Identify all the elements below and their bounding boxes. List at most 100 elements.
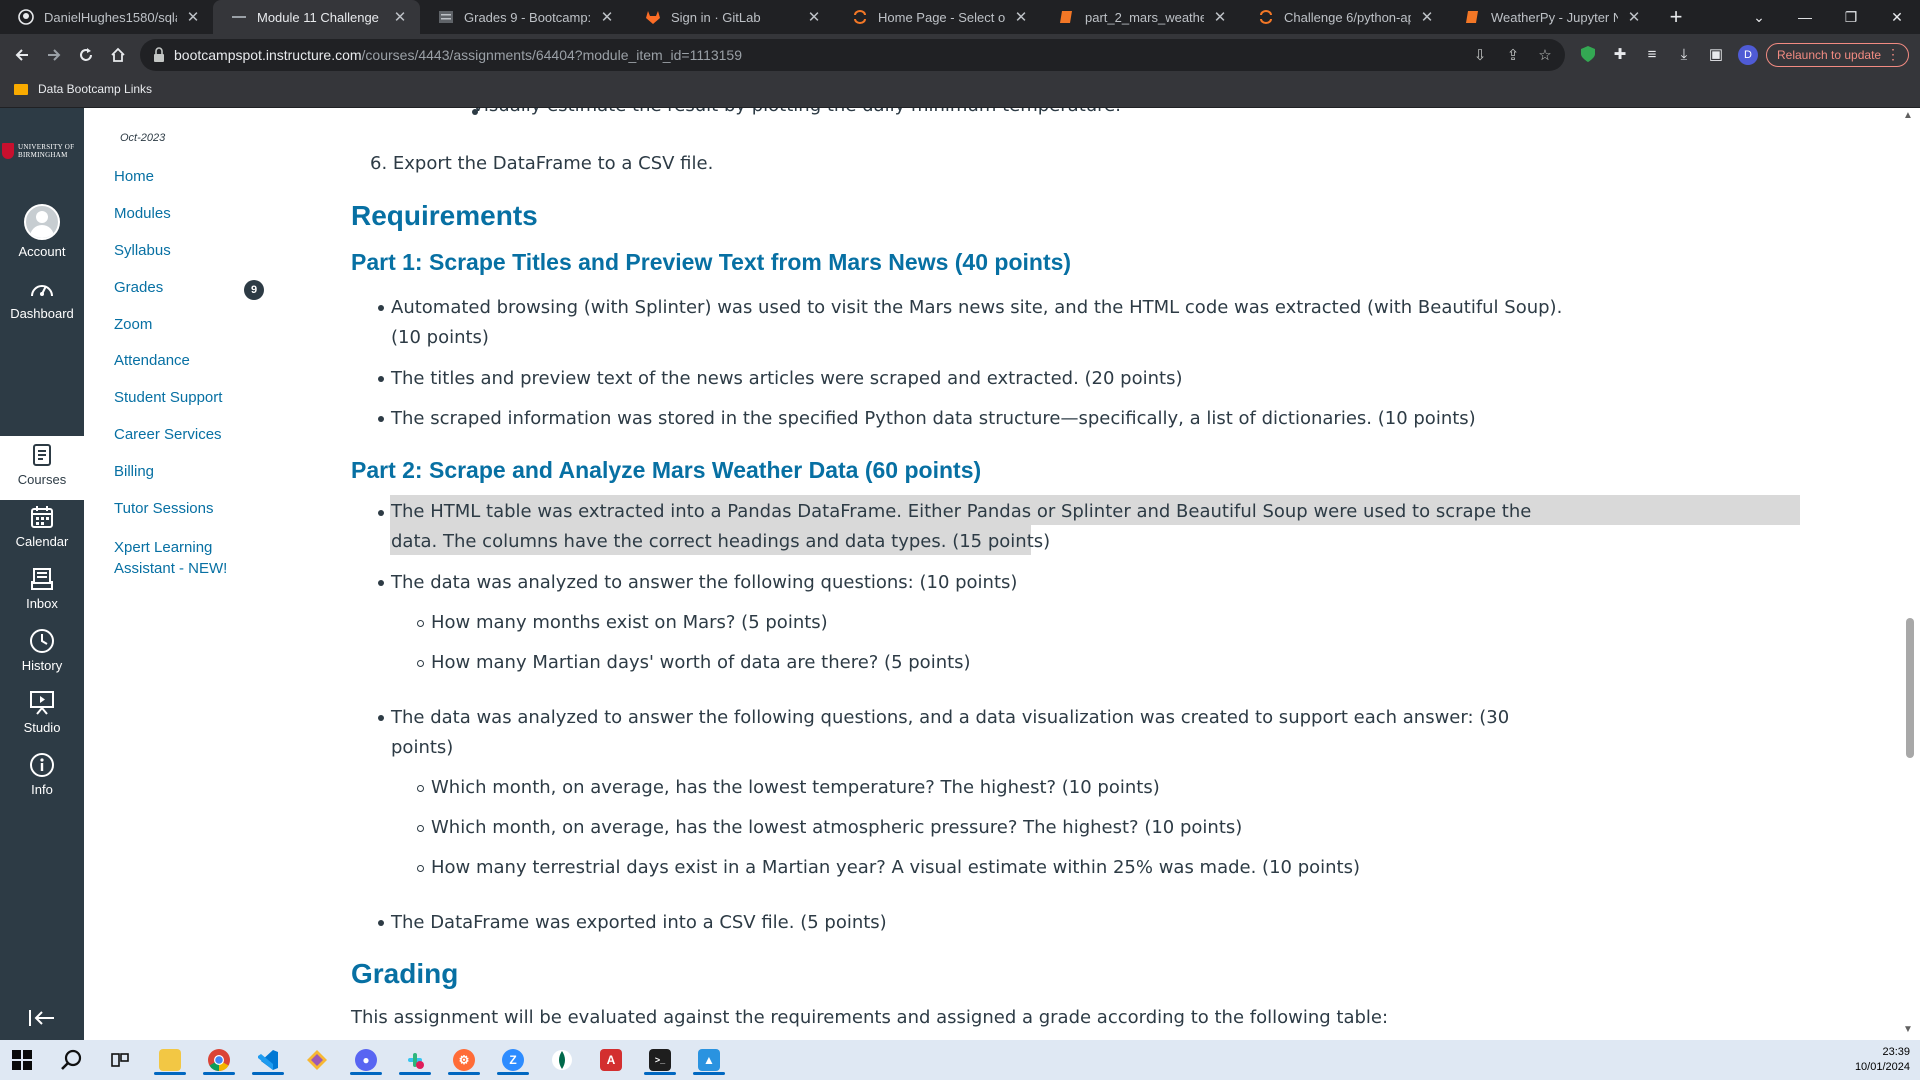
tab-gitlab[interactable]: Sign in · GitLab ✕ — [627, 0, 834, 34]
file-explorer-icon[interactable] — [150, 1044, 190, 1076]
download-icon[interactable]: ⤓ — [1674, 45, 1694, 65]
university-logo[interactable]: UNIVERSITY OF BIRMINGHAM — [2, 138, 84, 164]
restore-icon[interactable]: ❐ — [1828, 0, 1874, 34]
tab-challenge-6[interactable]: Challenge 6/python-api-c ✕ — [1240, 0, 1447, 34]
global-nav-history[interactable]: History — [0, 626, 84, 688]
sub-bullet-marker — [417, 660, 424, 667]
postman-icon[interactable]: ⚙ — [444, 1044, 484, 1076]
sub-bullet-marker — [417, 785, 424, 792]
course-nav-modules[interactable]: Modules — [114, 205, 171, 222]
canvas-icon — [231, 9, 247, 25]
tab-github[interactable]: DanielHughes1580/sqlalc ✕ — [0, 0, 213, 34]
collapse-nav-icon[interactable] — [28, 1008, 56, 1028]
profile-avatar[interactable]: D — [1738, 45, 1758, 65]
new-tab-button[interactable]: + — [1663, 4, 1689, 30]
search-icon[interactable] — [52, 1044, 92, 1076]
git-kraken-icon[interactable] — [297, 1044, 337, 1076]
terminal-icon[interactable]: >_ — [640, 1044, 680, 1076]
scroll-up-arrow-icon[interactable]: ▲ — [1902, 110, 1914, 122]
acrobat-icon[interactable]: A — [591, 1044, 631, 1076]
account-avatar-icon — [24, 204, 60, 240]
course-nav-billing[interactable]: Billing — [114, 463, 154, 480]
close-icon[interactable]: ✕ — [1013, 8, 1029, 26]
task-view-icon[interactable] — [100, 1044, 140, 1076]
course-nav-syllabus[interactable]: Syllabus — [114, 242, 171, 259]
tab-jupyter-home[interactable]: Home Page - Select or cre ✕ — [834, 0, 1041, 34]
relaunch-label: Relaunch to update — [1777, 48, 1882, 62]
relaunch-to-update-button[interactable]: Relaunch to update ⋮ — [1766, 43, 1909, 67]
shield-extension-icon[interactable] — [1578, 45, 1598, 65]
tab-weatherpy[interactable]: WeatherPy - Jupyter Note ✕ — [1447, 0, 1654, 34]
sub-bullet-marker — [417, 825, 424, 832]
global-nav-dashboard[interactable]: Dashboard — [0, 274, 84, 336]
close-icon[interactable]: ✕ — [1212, 8, 1228, 26]
close-icon[interactable]: ✕ — [1626, 8, 1642, 26]
course-nav-student-support[interactable]: Student Support — [114, 389, 222, 406]
back-button[interactable] — [8, 41, 36, 69]
part2-bullet-3-line1: The data was analyzed to answer the foll… — [391, 707, 1510, 728]
bullet-marker — [378, 376, 384, 382]
windows-start-icon[interactable] — [2, 1044, 42, 1076]
side-panel-icon[interactable]: ▣ — [1706, 45, 1726, 65]
bookmark-label: Data Bootcamp Links — [38, 82, 153, 96]
minimize-icon[interactable]: — — [1782, 0, 1828, 34]
global-nav-account[interactable]: Account — [0, 202, 84, 264]
global-nav-label: Info — [31, 782, 53, 797]
close-icon[interactable]: ✕ — [185, 8, 201, 26]
reading-list-icon[interactable]: ≡ — [1642, 45, 1662, 65]
tab-module-11-challenge[interactable]: Module 11 Challenge ✕ — [213, 0, 420, 34]
bookmark-star-icon[interactable]: ☆ — [1535, 46, 1555, 66]
university-name-line2: BIRMINGHAM — [18, 151, 68, 159]
tab-label: Module 11 Challenge — [257, 9, 379, 25]
course-nav-attendance[interactable]: Attendance — [114, 352, 190, 369]
bullet-marker — [378, 920, 384, 926]
bookmarks-bar: Data Bootcamp Links — [0, 76, 1920, 108]
close-icon[interactable]: ✕ — [806, 8, 822, 26]
part2-bullet-3-sub-3: How many terrestrial days exist in a Mar… — [431, 857, 1361, 878]
discord-icon[interactable]: ● — [346, 1044, 386, 1076]
close-icon[interactable]: ✕ — [599, 8, 615, 26]
tab-grades[interactable]: Grades 9 - Bootcamp: UB ✕ — [420, 0, 627, 34]
global-nav-courses[interactable]: Courses — [0, 436, 84, 500]
mongodb-compass-icon[interactable] — [542, 1044, 582, 1076]
window-close-icon[interactable]: ✕ — [1874, 0, 1920, 34]
system-clock[interactable]: 23:39 10/01/2024 — [1838, 1045, 1910, 1075]
global-nav-inbox[interactable]: Inbox — [0, 564, 84, 626]
info-icon — [29, 750, 55, 780]
scroll-down-arrow-icon[interactable]: ▼ — [1902, 1024, 1914, 1036]
global-nav-label: Studio — [23, 720, 61, 735]
install-app-icon[interactable]: ⇩ — [1470, 46, 1490, 66]
share-icon[interactable]: ⇪ — [1503, 46, 1523, 66]
history-icon — [29, 626, 55, 656]
tab-search-icon[interactable]: ⌄ — [1736, 0, 1782, 34]
close-icon[interactable]: ✕ — [392, 8, 408, 26]
reload-button[interactable] — [72, 41, 100, 69]
zoom-icon[interactable]: Z — [493, 1044, 533, 1076]
more-vert-icon[interactable]: ⋮ — [1886, 46, 1900, 63]
extensions-puzzle-icon[interactable]: ✚ — [1610, 45, 1630, 65]
vscode-icon[interactable] — [248, 1044, 288, 1076]
course-nav-xpert-learning-assistant[interactable]: Xpert Learning Assistant - NEW! — [114, 537, 227, 579]
jupyter-icon — [852, 9, 868, 25]
forward-button[interactable] — [40, 41, 68, 69]
course-nav-career-services[interactable]: Career Services — [114, 426, 222, 443]
home-button[interactable] — [104, 41, 132, 69]
part2-bullet-4: The DataFrame was exported into a CSV fi… — [391, 912, 887, 933]
global-nav-calendar[interactable]: Calendar — [0, 502, 84, 564]
slack-icon[interactable] — [395, 1044, 435, 1076]
courses-icon — [31, 440, 53, 470]
chrome-icon[interactable] — [199, 1044, 239, 1076]
course-nav-tutor-sessions[interactable]: Tutor Sessions — [114, 500, 214, 517]
bookmark-folder-data-bootcamp[interactable]: Data Bootcamp Links — [14, 82, 152, 96]
course-nav-home[interactable]: Home — [114, 168, 154, 185]
canvas-grades-icon — [438, 9, 454, 25]
close-icon[interactable]: ✕ — [1419, 8, 1435, 26]
global-nav-info[interactable]: Info — [0, 750, 84, 812]
address-bar[interactable]: bootcampspot.instructure.com/courses/444… — [140, 39, 1565, 71]
paint-icon[interactable]: ▲ — [689, 1044, 729, 1076]
tab-mars-weather[interactable]: part_2_mars_weather - Jup ✕ — [1041, 0, 1240, 34]
global-nav-studio[interactable]: Studio — [0, 688, 84, 750]
course-nav-zoom[interactable]: Zoom — [114, 316, 152, 333]
page-scrollbar-thumb[interactable] — [1906, 618, 1914, 758]
course-nav-grades[interactable]: Grades — [114, 279, 163, 296]
